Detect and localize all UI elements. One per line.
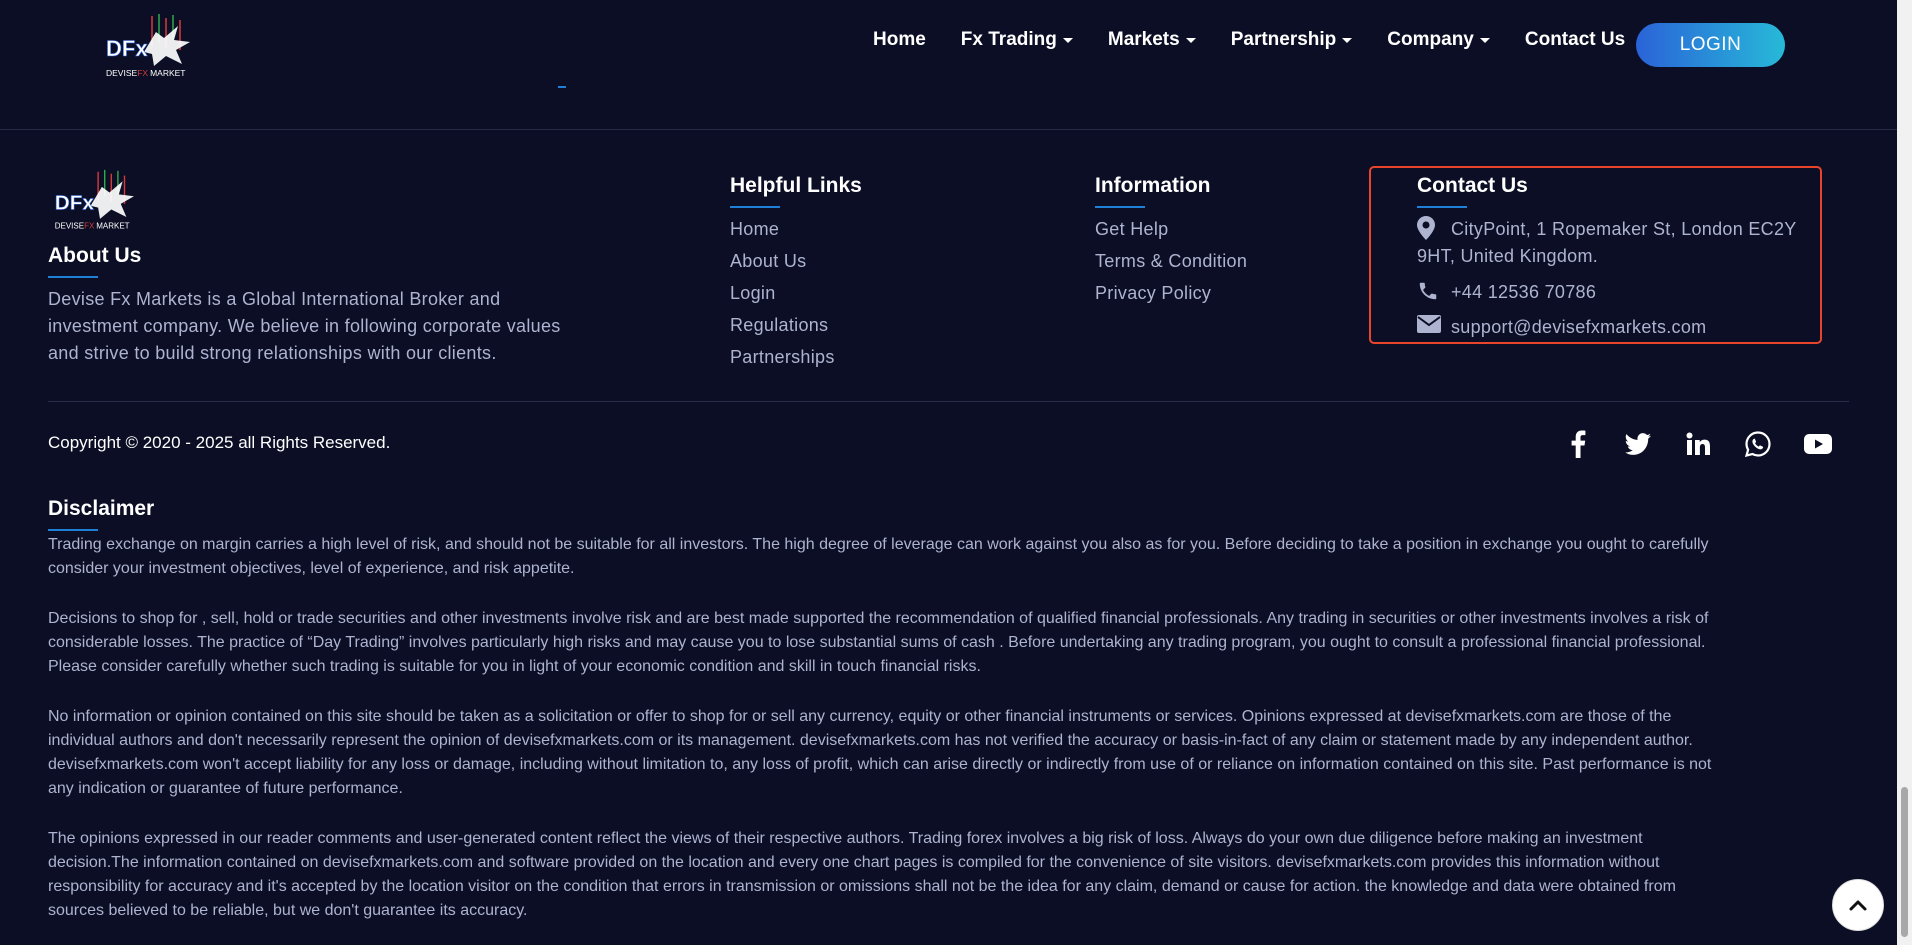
disclaimer-paragraph: The opinions expressed in our reader com… bbox=[48, 827, 1843, 923]
nav-home-label: Home bbox=[873, 29, 926, 50]
copyright-text: Copyright © 2020 - 2025 all Rights Reser… bbox=[48, 433, 391, 452]
nav-home[interactable]: Home bbox=[873, 29, 926, 51]
information-title: Information bbox=[1095, 174, 1211, 197]
disclaimer-paragraph: No information or opinion contained on t… bbox=[48, 705, 1843, 801]
nav-markets[interactable]: Markets bbox=[1108, 29, 1196, 51]
chevron-up-icon bbox=[1849, 900, 1867, 911]
heading-underline bbox=[48, 529, 98, 531]
main-nav: Home Fx Trading Markets Partnership Comp… bbox=[873, 0, 1660, 80]
heading-underline bbox=[48, 276, 98, 278]
disclaimer-line: Please consider carefully whether such t… bbox=[48, 658, 981, 675]
footer-link-get-help[interactable]: Get Help bbox=[1095, 218, 1247, 250]
contact-us-title: Contact Us bbox=[1417, 174, 1528, 197]
helpful-links-list: Home About Us Login Regulations Partners… bbox=[730, 218, 835, 378]
nav-fx-trading[interactable]: Fx Trading bbox=[961, 29, 1073, 51]
nav-company-label: Company bbox=[1387, 29, 1474, 50]
footer-divider bbox=[48, 401, 1849, 402]
address-line: 9HT, United Kingdom. bbox=[1417, 246, 1599, 266]
linkedin-icon[interactable] bbox=[1682, 428, 1714, 460]
disclaimer-line: consider your investment objectives, lev… bbox=[48, 560, 575, 577]
page-scrollbar[interactable] bbox=[1897, 0, 1912, 945]
information-links-list: Get Help Terms & Condition Privacy Polic… bbox=[1095, 218, 1247, 314]
site-header: DFx DEVISEFX MARKET Home Fx Trading Marke… bbox=[0, 0, 1897, 130]
heading-underline bbox=[1417, 206, 1467, 208]
nav-company[interactable]: Company bbox=[1387, 29, 1490, 51]
contact-phone[interactable]: +44 12536 70786 bbox=[1417, 282, 1596, 303]
decorative-dash bbox=[558, 86, 566, 88]
disclaimer-line: sources believed to be reliable, but we … bbox=[48, 902, 528, 919]
nav-markets-label: Markets bbox=[1107, 29, 1180, 50]
contact-address: CityPoint, 1 Ropemaker St, London EC2Y 9… bbox=[1417, 216, 1822, 270]
information-heading: Information bbox=[1095, 174, 1211, 208]
disclaimer-heading: Disclaimer bbox=[48, 497, 155, 531]
logo-wordmark: DEVISEFX MARKET bbox=[106, 68, 185, 78]
about-line: and strive to build strong relationships… bbox=[48, 343, 497, 363]
about-line: Devise Fx Markets is a Global Internatio… bbox=[48, 289, 501, 309]
footer-logo-initials: DFx bbox=[55, 191, 95, 214]
caret-down-icon bbox=[1342, 37, 1353, 43]
footer-link-partnerships[interactable]: Partnerships bbox=[730, 346, 835, 378]
facebook-icon[interactable] bbox=[1562, 428, 1594, 460]
address-line: CityPoint, 1 Ropemaker St, London EC2Y bbox=[1451, 219, 1797, 239]
disclaimer-line: No information or opinion contained on t… bbox=[48, 708, 1672, 725]
login-button[interactable]: LOGIN bbox=[1636, 23, 1785, 67]
heading-underline bbox=[730, 206, 780, 208]
footer-link-about-us[interactable]: About Us bbox=[730, 250, 835, 282]
disclaimer-line: responsibility for accuracy and it's acc… bbox=[48, 878, 1676, 895]
about-us-title: About Us bbox=[48, 244, 142, 267]
disclaimer-line: Decisions to shop for , sell, hold or tr… bbox=[48, 610, 1709, 627]
about-us-heading: About Us bbox=[48, 244, 142, 278]
disclaimer-paragraph: Decisions to shop for , sell, hold or tr… bbox=[48, 607, 1843, 679]
footer-link-terms[interactable]: Terms & Condition bbox=[1095, 250, 1247, 282]
disclaimer-line: Trading exchange on margin carries a hig… bbox=[48, 536, 1709, 553]
heading-underline bbox=[1095, 206, 1145, 208]
contact-email[interactable]: support@devisefxmarkets.com bbox=[1417, 315, 1707, 338]
nav-partnership[interactable]: Partnership bbox=[1231, 29, 1353, 51]
caret-down-icon bbox=[1479, 37, 1490, 43]
about-line: investment company. We believe in follow… bbox=[48, 316, 561, 336]
contact-us-heading: Contact Us bbox=[1417, 174, 1528, 208]
footer-link-home[interactable]: Home bbox=[730, 218, 835, 250]
disclaimer-line: considerable losses. The practice of “Da… bbox=[48, 634, 1706, 651]
disclaimer-paragraph: Trading exchange on margin carries a hig… bbox=[48, 533, 1843, 581]
about-us-text: Devise Fx Markets is a Global Internatio… bbox=[48, 286, 628, 367]
scroll-to-top-button[interactable] bbox=[1832, 879, 1884, 931]
nav-contact-us[interactable]: Contact Us bbox=[1525, 29, 1625, 51]
disclaimer-line: individual authors and don't necessarily… bbox=[48, 732, 1693, 749]
map-marker-icon bbox=[1417, 216, 1435, 240]
footer-link-regulations[interactable]: Regulations bbox=[730, 314, 835, 346]
envelope-icon bbox=[1417, 315, 1441, 333]
nav-partnership-label: Partnership bbox=[1230, 29, 1337, 50]
youtube-icon[interactable] bbox=[1802, 428, 1834, 460]
footer-link-login[interactable]: Login bbox=[730, 282, 835, 314]
phone-icon bbox=[1419, 282, 1437, 300]
scrollbar-thumb[interactable] bbox=[1901, 787, 1908, 937]
helpful-links-heading: Helpful Links bbox=[730, 174, 862, 208]
twitter-icon[interactable] bbox=[1622, 428, 1654, 460]
footer-logo[interactable]: DFx DEVISEFX MARKET bbox=[52, 168, 148, 234]
footer-logo-wordmark: DEVISEFX MARKET bbox=[55, 221, 130, 230]
whatsapp-icon[interactable] bbox=[1742, 428, 1774, 460]
disclaimer-line: devisefxmarkets.com won't accept liabili… bbox=[48, 756, 1712, 773]
nav-fx-trading-label: Fx Trading bbox=[960, 29, 1057, 50]
phone-number: +44 12536 70786 bbox=[1451, 282, 1597, 302]
footer-link-privacy[interactable]: Privacy Policy bbox=[1095, 282, 1247, 314]
caret-down-icon bbox=[1062, 37, 1073, 43]
logo-initials: DFx bbox=[106, 36, 148, 61]
brand-logo[interactable]: DFx DEVISEFX MARKET bbox=[104, 12, 204, 82]
disclaimer-title: Disclaimer bbox=[48, 497, 155, 520]
disclaimer-line: any indication or guarantee of future pe… bbox=[48, 780, 403, 797]
disclaimer-line: The opinions expressed in our reader com… bbox=[48, 830, 1643, 847]
disclaimer-line: decision.The information contained on de… bbox=[48, 854, 1660, 871]
email-address: support@devisefxmarkets.com bbox=[1451, 317, 1707, 337]
nav-contact-us-label: Contact Us bbox=[1524, 29, 1626, 50]
helpful-links-title: Helpful Links bbox=[730, 174, 862, 197]
caret-down-icon bbox=[1185, 37, 1196, 43]
